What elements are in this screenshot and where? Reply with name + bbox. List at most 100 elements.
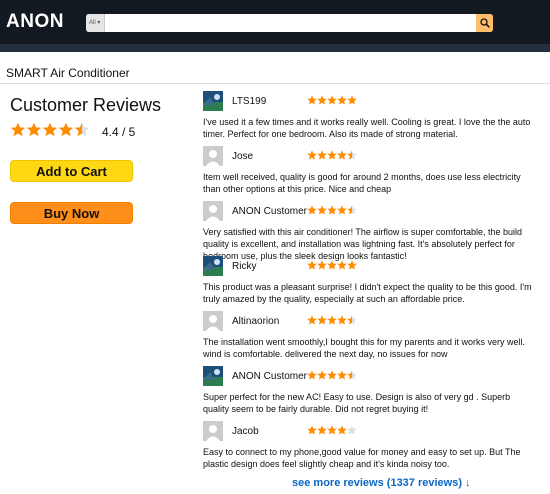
review-header: Ricky (203, 256, 357, 276)
star-icon (327, 147, 337, 164)
star-icon (347, 202, 357, 219)
search-icon (479, 18, 490, 28)
star-icon (347, 257, 357, 274)
star-icon (327, 367, 337, 384)
review-star-rating (307, 312, 357, 330)
search-input[interactable] (106, 14, 474, 32)
star-icon (307, 367, 317, 384)
star-icon (337, 312, 347, 329)
star-icon (327, 202, 337, 219)
review-item: Ricky This product was a pleasant surpris… (203, 256, 543, 311)
default-user-avatar (203, 201, 223, 221)
star-icon (317, 422, 327, 439)
review-item: Altinaorion The installation went smoothl… (203, 311, 543, 366)
star-icon (307, 422, 317, 439)
review-text: This product was a pleasant surprise! I … (203, 282, 532, 304)
review-text: Item well received, quality is good for … (203, 172, 521, 194)
star-icon (327, 422, 337, 439)
overall-rating: 4.4 / 5 (10, 122, 136, 142)
star-icon (347, 312, 357, 329)
review-header: ANON Customer (203, 366, 357, 386)
product-title: SMART Air Conditioner (6, 66, 130, 80)
star-icon (327, 312, 337, 329)
search-category-label: All (89, 20, 96, 26)
user-photo-avatar (203, 91, 223, 111)
star-icon (327, 257, 337, 274)
star-icon (327, 92, 337, 109)
star-icon (307, 202, 317, 219)
star-icon (347, 367, 357, 384)
reviewer-name[interactable]: ANON Customer (232, 371, 307, 382)
star-icon (317, 202, 327, 219)
overall-star-rating (10, 122, 90, 142)
star-icon (307, 312, 317, 329)
star-icon (317, 92, 327, 109)
customer-reviews-heading: Customer Reviews (10, 95, 162, 115)
review-item: Jacob Easy to connect to my phone,good va… (203, 421, 543, 476)
review-header: Jacob (203, 421, 357, 441)
review-item: ANON Customer Very satisfied with this ai… (203, 201, 543, 261)
secondary-nav-strip (0, 44, 550, 52)
top-navigation-bar: ANON All ▾ (0, 0, 550, 44)
review-star-rating (307, 367, 357, 385)
review-star-rating (307, 257, 357, 275)
chevron-down-icon: ▾ (97, 20, 101, 26)
divider (0, 83, 550, 84)
star-icon (337, 147, 347, 164)
review-text: The installation went smoothly,I bought … (203, 337, 525, 359)
review-text: I've used it a few times and it works re… (203, 117, 531, 139)
reviewer-name[interactable]: Ricky (232, 261, 307, 272)
reviewer-name[interactable]: Altinaorion (232, 316, 307, 327)
see-more-reviews-link[interactable]: see more reviews (1337 reviews) ↓ (292, 477, 471, 489)
review-list: LTS199 I've used it a few times and it wo… (203, 91, 543, 476)
review-header: Jose (203, 146, 357, 166)
star-icon (317, 367, 327, 384)
default-user-avatar (203, 146, 223, 166)
default-user-avatar (203, 311, 223, 331)
review-text: Easy to connect to my phone,good value f… (203, 447, 521, 469)
star-icon (317, 147, 327, 164)
reviewer-name[interactable]: Jose (232, 151, 307, 162)
user-photo-avatar (203, 366, 223, 386)
search-button[interactable] (476, 14, 493, 32)
search-category-dropdown[interactable]: All ▾ (86, 14, 105, 32)
review-star-rating (307, 147, 357, 165)
review-star-rating (307, 422, 357, 440)
star-icon (10, 122, 26, 141)
review-item: Jose Item well received, quality is good … (203, 146, 543, 201)
search-bar: All ▾ (86, 14, 493, 32)
review-item: ANON Customer Super perfect for the new A… (203, 366, 543, 421)
star-icon (317, 257, 327, 274)
buy-now-button[interactable]: Buy Now (10, 202, 133, 224)
review-star-rating (307, 92, 357, 110)
review-star-rating (307, 202, 357, 220)
star-icon (337, 257, 347, 274)
star-icon (337, 92, 347, 109)
star-icon (337, 202, 347, 219)
star-icon (26, 122, 42, 141)
review-header: Altinaorion (203, 311, 357, 331)
add-to-cart-button[interactable]: Add to Cart (10, 160, 133, 182)
star-icon (307, 147, 317, 164)
user-photo-avatar (203, 256, 223, 276)
star-icon (347, 92, 357, 109)
review-item: LTS199 I've used it a few times and it wo… (203, 91, 543, 146)
star-icon (317, 312, 327, 329)
star-icon (58, 122, 74, 141)
review-header: LTS199 (203, 91, 357, 111)
overall-rating-text: 4.4 / 5 (102, 125, 136, 139)
review-header: ANON Customer (203, 201, 357, 221)
star-icon (307, 257, 317, 274)
star-icon (347, 422, 357, 439)
star-icon (74, 122, 90, 141)
star-icon (337, 367, 347, 384)
site-logo[interactable]: ANON (6, 11, 64, 33)
reviewer-name[interactable]: Jacob (232, 426, 307, 437)
star-icon (337, 422, 347, 439)
reviewer-name[interactable]: LTS199 (232, 96, 307, 107)
default-user-avatar (203, 421, 223, 441)
reviewer-name[interactable]: ANON Customer (232, 206, 307, 217)
star-icon (42, 122, 58, 141)
star-icon (347, 147, 357, 164)
review-text: Super perfect for the new AC! Easy to us… (203, 392, 511, 414)
